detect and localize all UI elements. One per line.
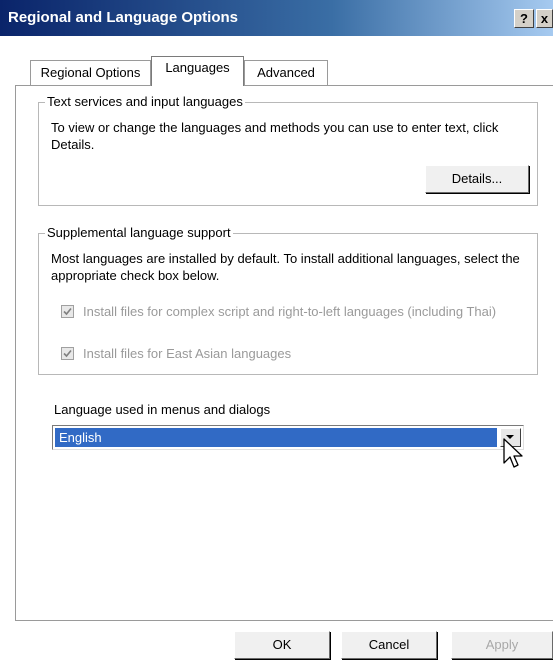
regional-language-dialog: Regional and Language Options ? x Region… bbox=[0, 0, 553, 666]
east-asian-checkbox-label: Install files for East Asian languages bbox=[83, 346, 292, 361]
apply-button[interactable]: Apply bbox=[451, 631, 553, 659]
supplemental-description: Most languages are installed by default.… bbox=[51, 251, 520, 283]
bottom-divider bbox=[15, 620, 553, 621]
east-asian-checkbox[interactable] bbox=[61, 347, 74, 360]
supplemental-language-group: Supplemental language support Most langu… bbox=[38, 225, 538, 375]
complex-script-checkbox-row[interactable]: Install files for complex script and rig… bbox=[61, 303, 531, 339]
help-button[interactable]: ? bbox=[514, 9, 534, 28]
east-asian-checkbox-row[interactable]: Install files for East Asian languages bbox=[61, 345, 531, 365]
complex-script-checkbox-label: Install files for complex script and rig… bbox=[83, 304, 497, 319]
cancel-button[interactable]: Cancel bbox=[341, 631, 437, 659]
check-icon bbox=[63, 349, 72, 358]
complex-script-checkbox[interactable] bbox=[61, 305, 74, 318]
ui-language-dropdown[interactable]: English bbox=[52, 425, 524, 450]
ui-language-selected-value[interactable]: English bbox=[55, 428, 497, 447]
text-services-legend: Text services and input languages bbox=[45, 94, 245, 109]
tab-languages[interactable]: Languages bbox=[151, 56, 244, 86]
check-icon bbox=[63, 307, 72, 316]
window-title: Regional and Language Options bbox=[8, 9, 239, 26]
text-services-description: To view or change the languages and meth… bbox=[51, 120, 499, 152]
close-button[interactable]: x bbox=[536, 9, 553, 28]
tab-advanced[interactable]: Advanced bbox=[244, 60, 328, 85]
ok-button[interactable]: OK bbox=[234, 631, 330, 659]
supplemental-legend: Supplemental language support bbox=[45, 225, 233, 240]
ui-language-label: Language used in menus and dialogs bbox=[54, 402, 271, 417]
title-bar[interactable]: Regional and Language Options ? x bbox=[0, 0, 553, 36]
details-button[interactable]: Details... bbox=[425, 165, 529, 193]
text-services-group: Text services and input languages To vie… bbox=[38, 94, 538, 206]
mouse-pointer-icon bbox=[503, 438, 523, 468]
tab-regional-options[interactable]: Regional Options bbox=[30, 60, 151, 85]
